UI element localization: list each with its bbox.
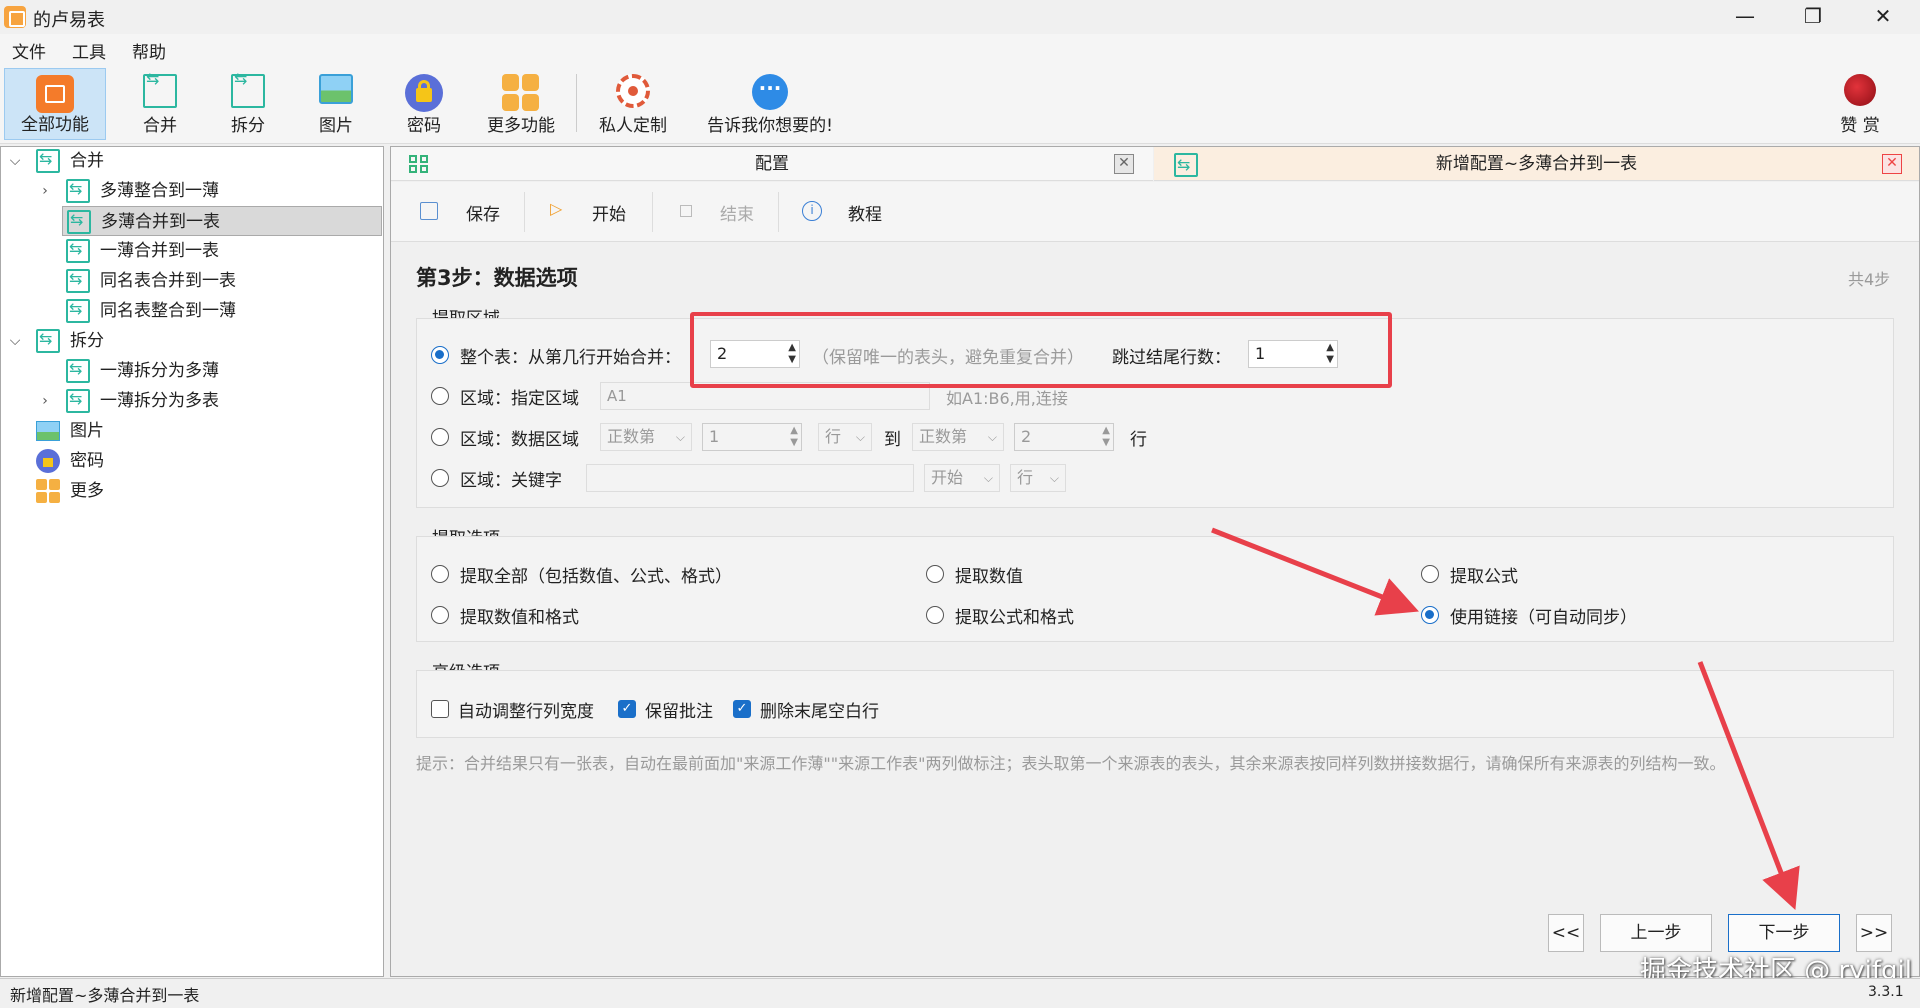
annotation-arrows xyxy=(1211,527,1800,911)
status-bar xyxy=(0,978,1920,1008)
annotation-arrow-link xyxy=(1211,527,1419,616)
annotation-arrow-next xyxy=(1697,661,1800,911)
status-text: 新增配置~多薄合并到一表 xyxy=(10,986,200,1005)
version-label: 3.3.1 xyxy=(1868,984,1904,1000)
